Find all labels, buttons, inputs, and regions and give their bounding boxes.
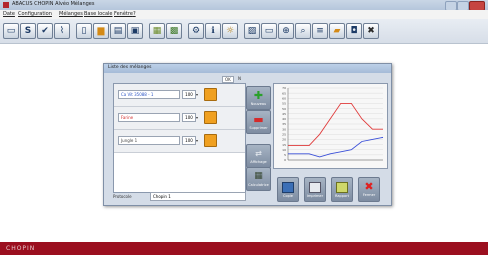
print-button[interactable]: Imprimer <box>304 177 326 202</box>
top-combo[interactable]: OK <box>222 76 234 83</box>
minus-icon: ▬ <box>253 113 264 126</box>
y-tick-label: 50 <box>282 107 286 111</box>
menu-bar: Date Configuration Mélanges Base locale … <box>0 10 488 19</box>
y-tick-label: 45 <box>282 112 286 116</box>
menu-fenetre[interactable]: Fenêtre <box>114 11 133 17</box>
chevron-down-icon[interactable]: ▾ <box>196 115 198 120</box>
report-button[interactable]: Rapport <box>331 177 353 202</box>
search-icon[interactable]: ⌕ <box>295 23 311 39</box>
grid-icon[interactable]: ▩ <box>166 23 182 39</box>
print-icon[interactable]: ▤ <box>110 23 126 39</box>
monitor-icon[interactable]: ▭ <box>3 23 19 39</box>
list-item[interactable]: Jungle 1 100 ▾ <box>114 130 245 153</box>
y-tick-label: 60 <box>282 96 286 100</box>
menu-melanges[interactable]: Mélanges <box>59 11 83 17</box>
series-line-1 <box>288 136 384 158</box>
menu-configuration[interactable]: Configuration <box>18 11 52 17</box>
arrows-icon: ⇄ <box>255 149 262 158</box>
toolbar: ▭ S ✔ ⌇ ▯ ▆ ▤ ▣ ▦ ▩ ⚙ ℹ ☼ ▨ ▭ ⊕ ⌕ ≡ ▰ ◘ … <box>0 19 488 44</box>
plus-icon: ✚ <box>253 89 264 102</box>
protocol-field[interactable]: Chopin 1 <box>150 192 246 201</box>
mix-name-field[interactable]: Farine <box>118 113 180 122</box>
y-tick-label: 10 <box>282 148 286 152</box>
curve-chart: 7065605550454035302520151050 <box>282 86 384 162</box>
mix-curve-graph: 70 65 60 55 50 45 40 35 30 25 20 15 10 5 0 <box>273 83 388 169</box>
mix-percent-select[interactable]: 100 <box>182 113 196 122</box>
folder-icon[interactable] <box>204 134 217 147</box>
dialog-title: Liste des mélanges <box>108 65 152 70</box>
y-tick-label: 65 <box>282 91 286 95</box>
mix-name-field[interactable]: Jungle 1 <box>118 136 180 145</box>
folder-icon[interactable] <box>204 111 217 124</box>
printer-icon <box>309 181 321 193</box>
calculator-button[interactable]: ▦ Calculatrice <box>246 167 271 191</box>
y-tick-label: 30 <box>282 127 286 131</box>
chevron-down-icon[interactable]: ▾ <box>196 92 198 97</box>
save-icon[interactable]: ▣ <box>127 23 143 39</box>
folder-icon[interactable]: ▆ <box>93 23 109 39</box>
screen-icon <box>282 181 294 193</box>
y-tick-label: 40 <box>282 117 286 121</box>
s-icon[interactable]: S <box>20 23 36 39</box>
gear-icon[interactable]: ⚙ <box>188 23 204 39</box>
y-tick-label: 15 <box>282 143 286 147</box>
copy-button[interactable]: Copie <box>277 177 299 202</box>
mix-percent-select[interactable]: 100 <box>182 136 196 145</box>
chevron-down-icon[interactable]: ▾ <box>196 138 198 143</box>
protocol-label: Protocole <box>113 194 132 199</box>
top-value: N <box>238 76 241 81</box>
brand-logo: CHOPIN <box>6 245 36 252</box>
calculator-icon: ▦ <box>254 171 263 181</box>
remove-mix-button[interactable]: ▬ Supprimer <box>246 110 271 134</box>
chart-icon[interactable]: ⌇ <box>54 23 70 39</box>
add-mix-button[interactable]: ✚ Nouveau <box>246 86 271 110</box>
close-dialog-button[interactable]: ✖ Fermer <box>358 177 380 202</box>
mix-list: Ca Vit 35088 - 1 100 ▾ Farine 100 ▾ Jung… <box>113 83 246 193</box>
check-icon[interactable]: ✔ <box>37 23 53 39</box>
graph-icon[interactable]: ▨ <box>244 23 260 39</box>
folder-icon[interactable] <box>204 88 217 101</box>
mix-percent-select[interactable]: 100 <box>182 90 196 99</box>
menu-help[interactable]: ? <box>133 11 136 17</box>
list-item[interactable]: Farine 100 ▾ <box>114 107 245 130</box>
title-bar: ABACUS CHOPIN Alvéo Mélanges <box>0 0 488 11</box>
y-tick-label: 35 <box>282 122 286 126</box>
mix-list-dialog: Liste des mélanges OK N Ca Vit 35088 - 1… <box>103 63 392 206</box>
status-bar: CHOPIN <box>0 242 488 255</box>
y-tick-label: 25 <box>282 132 286 136</box>
document-icon <box>336 181 348 193</box>
tools-icon[interactable]: ▦ <box>149 23 165 39</box>
dialog-title-bar: Liste des mélanges <box>104 64 391 73</box>
y-tick-label: 0 <box>284 158 286 162</box>
doc-icon[interactable]: ▭ <box>261 23 277 39</box>
info-icon[interactable]: ℹ <box>205 23 221 39</box>
list-icon[interactable]: ≡ <box>312 23 328 39</box>
app-icon <box>3 2 9 8</box>
close-icon[interactable]: ✖ <box>363 23 379 39</box>
view-button[interactable]: ⇄ Affichage <box>246 144 271 168</box>
file-icon[interactable]: ▯ <box>76 23 92 39</box>
y-tick-label: 70 <box>282 86 286 90</box>
camera-icon[interactable]: ◘ <box>346 23 362 39</box>
window-title: ABACUS CHOPIN Alvéo Mélanges <box>12 1 95 7</box>
y-tick-label: 5 <box>284 153 286 157</box>
export-icon[interactable]: ▰ <box>329 23 345 39</box>
menu-base-locale[interactable]: Base locale <box>84 11 113 17</box>
zoom-icon[interactable]: ⊕ <box>278 23 294 39</box>
close-icon: ✖ <box>364 180 374 193</box>
bulb-icon[interactable]: ☼ <box>222 23 238 39</box>
y-tick-label: 55 <box>282 102 286 106</box>
menu-date[interactable]: Date <box>3 11 15 17</box>
mix-name-field[interactable]: Ca Vit 35088 - 1 <box>118 90 180 99</box>
list-item[interactable]: Ca Vit 35088 - 1 100 ▾ <box>114 84 245 107</box>
y-tick-label: 20 <box>282 138 286 142</box>
